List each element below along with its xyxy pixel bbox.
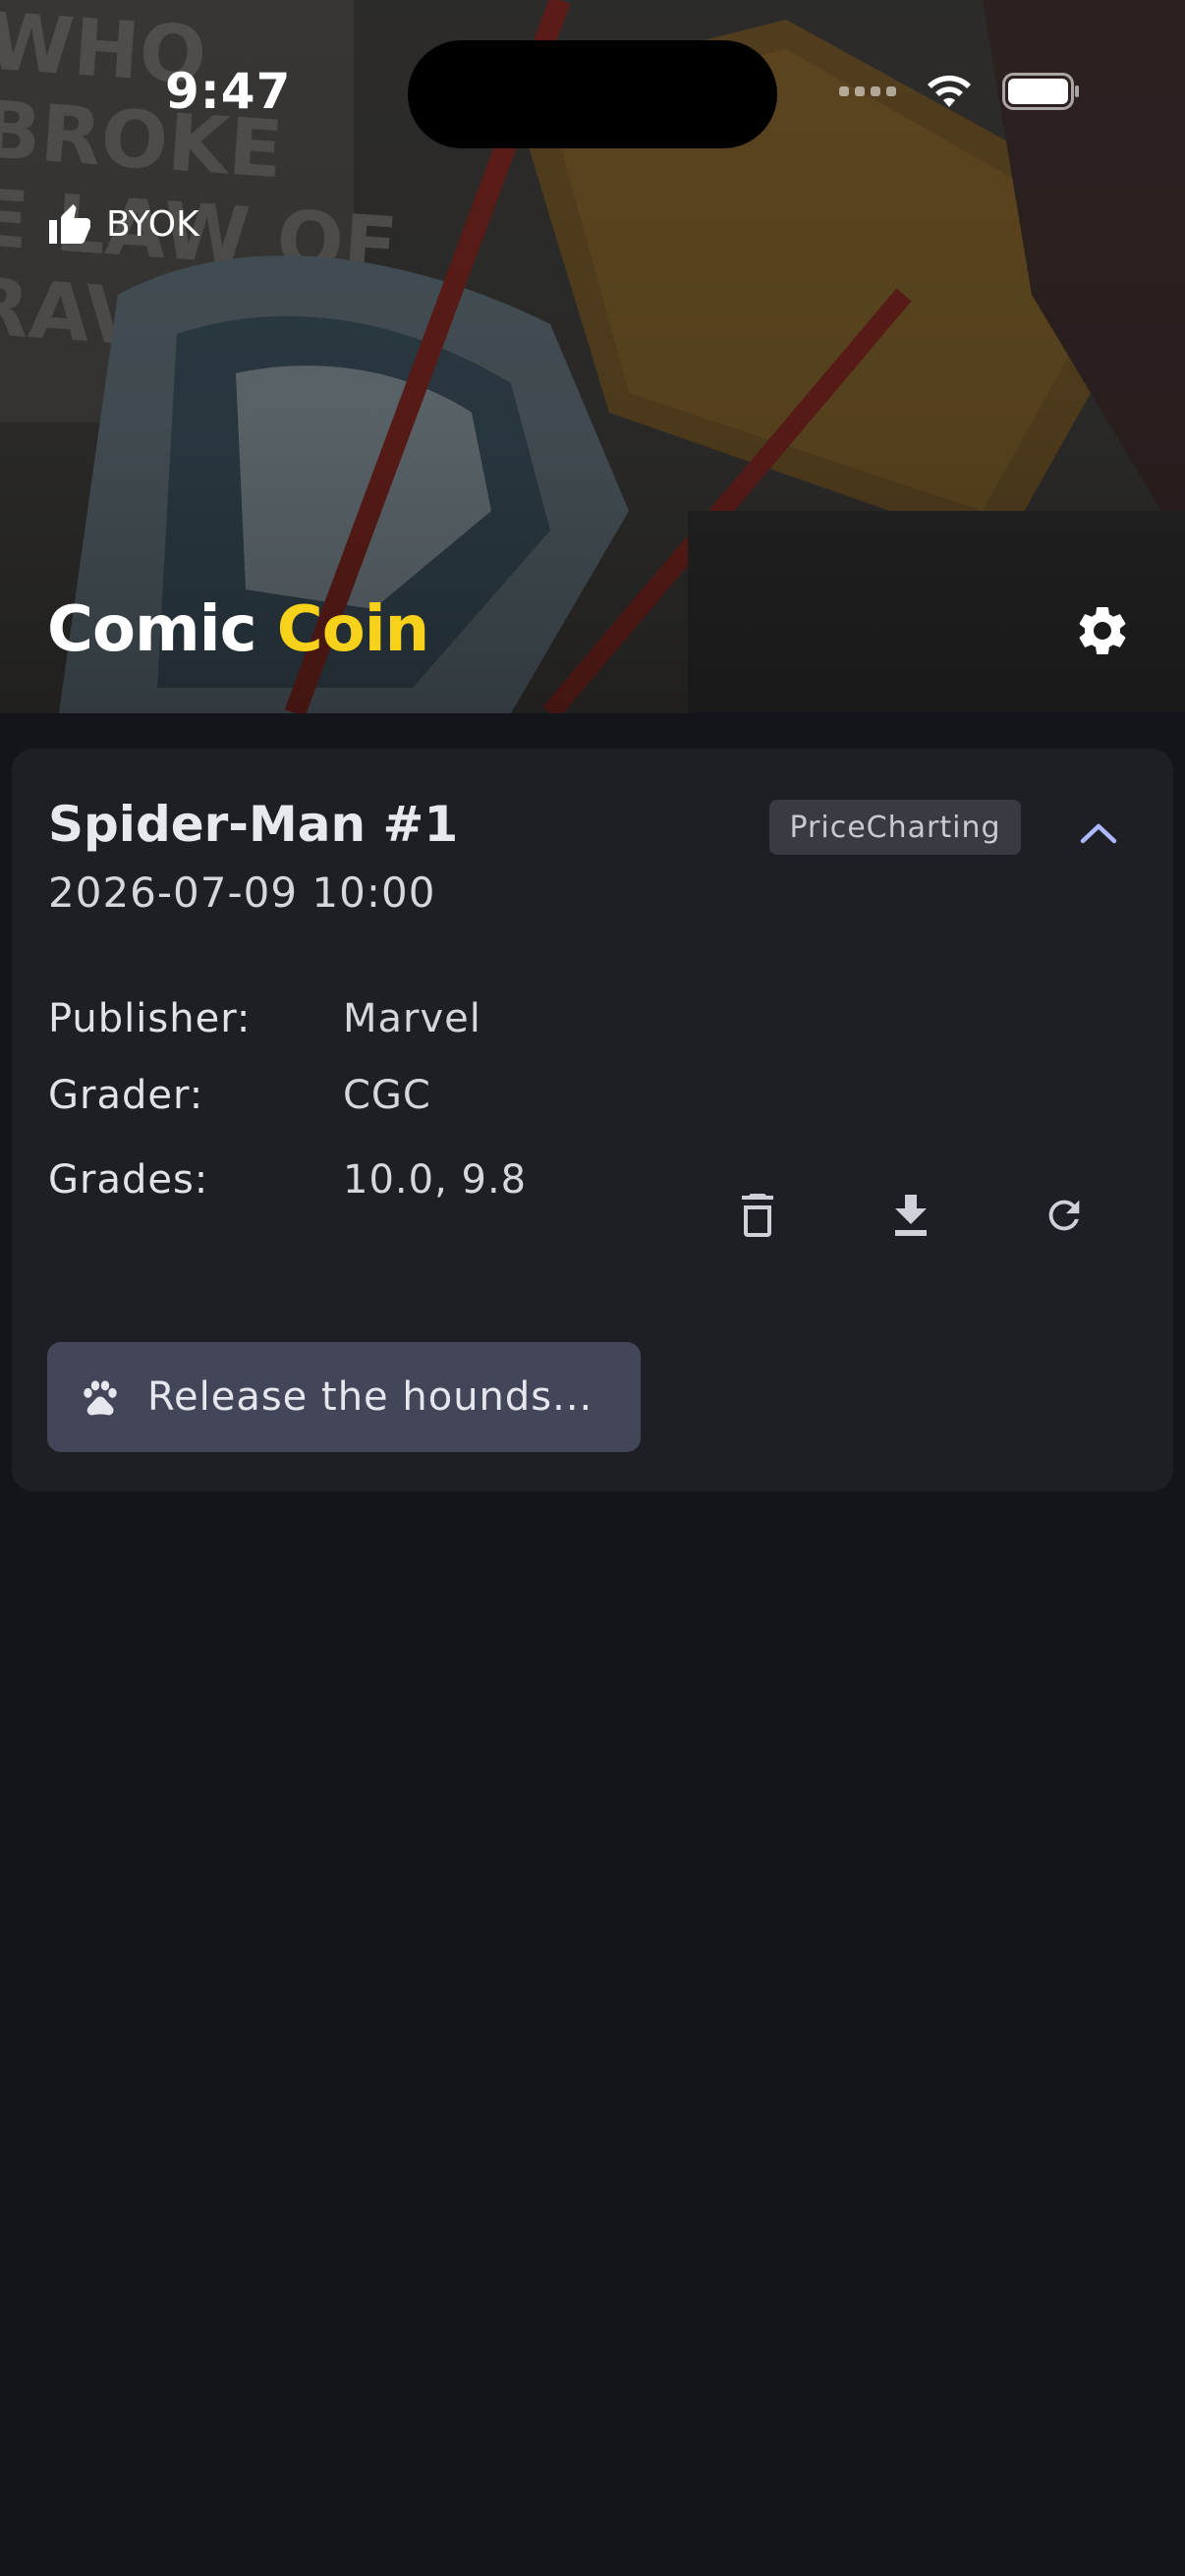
grader-value: CGC: [343, 1073, 431, 1118]
status-time: 9:47: [165, 63, 292, 120]
chevron-up-icon: [1080, 823, 1117, 844]
delete-icon: [742, 1194, 773, 1237]
publisher-value: Marvel: [343, 996, 481, 1041]
refresh-button[interactable]: [1030, 1181, 1099, 1250]
paw-icon: [81, 1377, 120, 1417]
dynamic-island: [408, 40, 777, 148]
thumbs-up-icon: [49, 204, 90, 244]
app-title: Comic Coin: [47, 593, 429, 666]
publisher-label: Publisher:: [48, 996, 252, 1041]
app-title-primary: Comic: [47, 593, 256, 666]
status-icons: [839, 73, 1081, 110]
grades-value: 10.0, 9.8: [343, 1157, 528, 1203]
release-hounds-button[interactable]: Release the hounds...: [47, 1342, 641, 1452]
cellular-signal-icon: [839, 86, 896, 96]
source-badge: PriceCharting: [769, 800, 1021, 855]
comic-title: Spider-Man #1: [48, 796, 459, 853]
grades-label: Grades:: [48, 1157, 209, 1203]
download-button[interactable]: [876, 1181, 945, 1250]
comic-date: 2026-07-09 10:00: [48, 868, 436, 917]
battery-icon: [1002, 73, 1079, 110]
comic-card: Spider-Man #1 2026-07-09 10:00 PriceChar…: [12, 749, 1173, 1491]
app-title-accent: Coin: [276, 593, 429, 666]
wifi-icon: [928, 75, 971, 107]
settings-button[interactable]: [1071, 599, 1134, 662]
app-screen: WHO BROKE E LAW OF RAVITY! 9:47: [0, 0, 1185, 2576]
download-icon: [895, 1195, 927, 1236]
delete-button[interactable]: [723, 1181, 792, 1250]
byok-label: BYOK: [106, 203, 199, 245]
release-hounds-label: Release the hounds...: [147, 1374, 593, 1420]
refresh-icon: [1048, 1200, 1080, 1231]
grader-label: Grader:: [48, 1073, 204, 1118]
hero-header: WHO BROKE E LAW OF RAVITY! 9:47: [0, 0, 1185, 713]
collapse-button[interactable]: [1069, 804, 1128, 863]
byok-indicator[interactable]: BYOK: [47, 202, 199, 246]
gear-icon: [1079, 607, 1126, 654]
